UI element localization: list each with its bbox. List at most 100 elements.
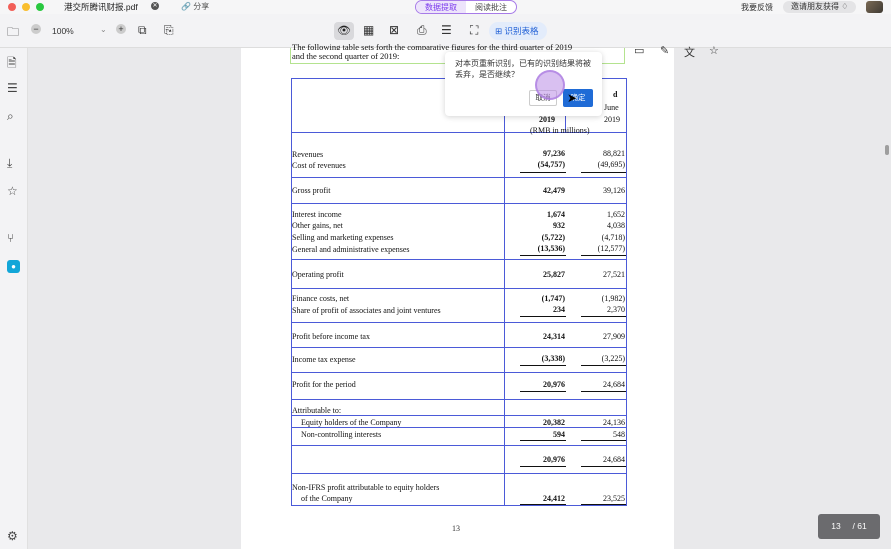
scrollbar-thumb[interactable] [885, 145, 889, 155]
translate-icon[interactable]: 文 [684, 44, 695, 60]
screenshot-icon[interactable]: ⎙ [417, 23, 427, 38]
value-q3: 42,479 [543, 186, 565, 195]
underline [520, 440, 566, 441]
bookmark-star-icon[interactable]: ☆ [709, 44, 719, 57]
underline [520, 466, 566, 467]
rotate-page-icon[interactable]: ⧉ [138, 23, 147, 38]
row-divider [291, 399, 627, 400]
value-q3: 25,827 [543, 270, 565, 279]
click-indicator [535, 70, 565, 100]
zoom-in-icon[interactable]: + [116, 24, 126, 34]
row-label: Interest income [292, 210, 342, 219]
header-period-fragment: d [613, 90, 618, 99]
row-label: Profit for the period [292, 380, 356, 389]
avatar[interactable] [866, 1, 883, 13]
value-q3: (3,338) [541, 354, 565, 363]
app-logo-icon[interactable]: ● [7, 260, 20, 273]
value-q3: 594 [553, 430, 565, 439]
row-divider [291, 445, 627, 446]
value-q3: (5,722) [541, 233, 565, 242]
row-label: Selling and marketing expenses [292, 233, 394, 242]
star-icon[interactable]: ☆ [7, 184, 18, 198]
row-divider [291, 259, 627, 260]
value-q2: 548 [613, 430, 625, 439]
row-divider [291, 415, 627, 416]
row-divider [291, 372, 627, 373]
dialog-message: 对本页重新识别，已有的识别结果将被丢弃，是否继续？ [455, 59, 591, 79]
zoom-level[interactable]: 100% [52, 26, 74, 36]
underline [581, 440, 626, 441]
ocr-icon[interactable]: ☰ [441, 23, 452, 37]
value-q3: 24,412 [543, 494, 565, 503]
document-tab-title[interactable]: 港交所腾讯财报.pdf [64, 1, 138, 13]
pdf-page: The following table sets forth the compa… [241, 42, 674, 549]
underline [520, 391, 566, 392]
current-page: 13 [831, 521, 841, 531]
search-icon[interactable]: ⌕ [7, 109, 14, 124]
view-mode-button[interactable]: 👁 [334, 22, 354, 40]
maximize-window-icon[interactable] [36, 3, 44, 11]
row-label: Cost of revenues [292, 161, 346, 170]
invite-friends-button[interactable]: 邀请朋友获得 ♢ [783, 1, 857, 13]
row-label: Non-IFRS profit attributable to equity h… [292, 483, 440, 492]
close-window-icon[interactable] [8, 3, 16, 11]
table-select-icon[interactable]: ▦ [363, 23, 374, 37]
underline [520, 172, 566, 173]
settings-gear-icon[interactable]: ⚙ [7, 529, 18, 543]
table-scan-icon: ⊞ [495, 26, 503, 36]
row-label: Attributable to: [292, 406, 342, 415]
header-year-q3: 2019 [539, 115, 555, 124]
highlight-pen-icon[interactable]: ✎ [660, 44, 669, 57]
tab-data-extract[interactable]: 数据提取 [416, 1, 466, 13]
underline [581, 391, 626, 392]
outline-icon[interactable]: ☰ [7, 81, 18, 95]
value-q2: 39,126 [603, 186, 625, 195]
row-label: Equity holders of the Company [301, 418, 402, 427]
row-divider [291, 347, 627, 348]
chevron-down-icon[interactable]: ⌄ [100, 25, 107, 34]
minimize-window-icon[interactable] [22, 3, 30, 11]
value-q3: 20,976 [543, 455, 565, 464]
mode-switcher: 数据提取 阅读批注 [415, 0, 517, 14]
identify-table-button[interactable]: ⊞ 识别表格 [489, 22, 547, 40]
page-layout-icon[interactable]: ⎘ [164, 23, 174, 38]
underline [581, 466, 626, 467]
underline [581, 316, 626, 317]
table-remove-icon[interactable]: ⊠ [389, 23, 399, 37]
underline [581, 255, 626, 256]
value-q3: 20,976 [543, 380, 565, 389]
title-bar: 港交所腾讯财报.pdf ✕ 🔗 分享 数据提取 阅读批注 我要反馈 邀请朋友获得… [0, 0, 891, 14]
link-icon: 🔗 [181, 2, 191, 11]
row-divider [291, 322, 627, 323]
folder-icon[interactable]: 🗀 [7, 23, 19, 44]
page-indicator[interactable]: 13 / 61 [818, 514, 880, 539]
value-q2: 24,684 [603, 380, 625, 389]
row-label: Gross profit [292, 186, 331, 195]
value-q3: 24,314 [543, 332, 565, 341]
value-q2: (3,225) [601, 354, 625, 363]
branch-icon[interactable]: ⑂ [7, 231, 14, 245]
share-button[interactable]: 🔗 分享 [181, 1, 209, 12]
document-icon[interactable]: 🗎 [7, 54, 17, 75]
feedback-link[interactable]: 我要反馈 [741, 2, 773, 13]
header-june: June [604, 103, 619, 112]
underline [581, 504, 626, 505]
row-label: General and administrative expenses [292, 245, 410, 254]
row-label: Share of profit of associates and joint … [292, 306, 441, 315]
share-label: 分享 [193, 2, 210, 11]
row-label: Profit before income tax [292, 332, 370, 341]
value-q3: (13,536) [537, 244, 565, 253]
download-icon[interactable]: ⤓ [7, 156, 12, 171]
value-q2: 1,652 [607, 210, 625, 219]
zoom-out-icon[interactable]: − [31, 24, 41, 34]
value-q2: 27,521 [603, 270, 625, 279]
close-tab-icon[interactable]: ✕ [151, 2, 159, 10]
underline [520, 365, 566, 366]
row-label: Other gains, net [292, 221, 343, 230]
tab-read-annotate[interactable]: 阅读批注 [466, 1, 516, 13]
scan-frame-icon[interactable]: ⛶ [470, 23, 478, 38]
value-q2: (4,718) [601, 233, 625, 242]
comment-icon[interactable]: ▭ [634, 44, 644, 57]
header-year-q2: 2019 [604, 115, 620, 124]
value-q2: 2,370 [607, 305, 625, 314]
